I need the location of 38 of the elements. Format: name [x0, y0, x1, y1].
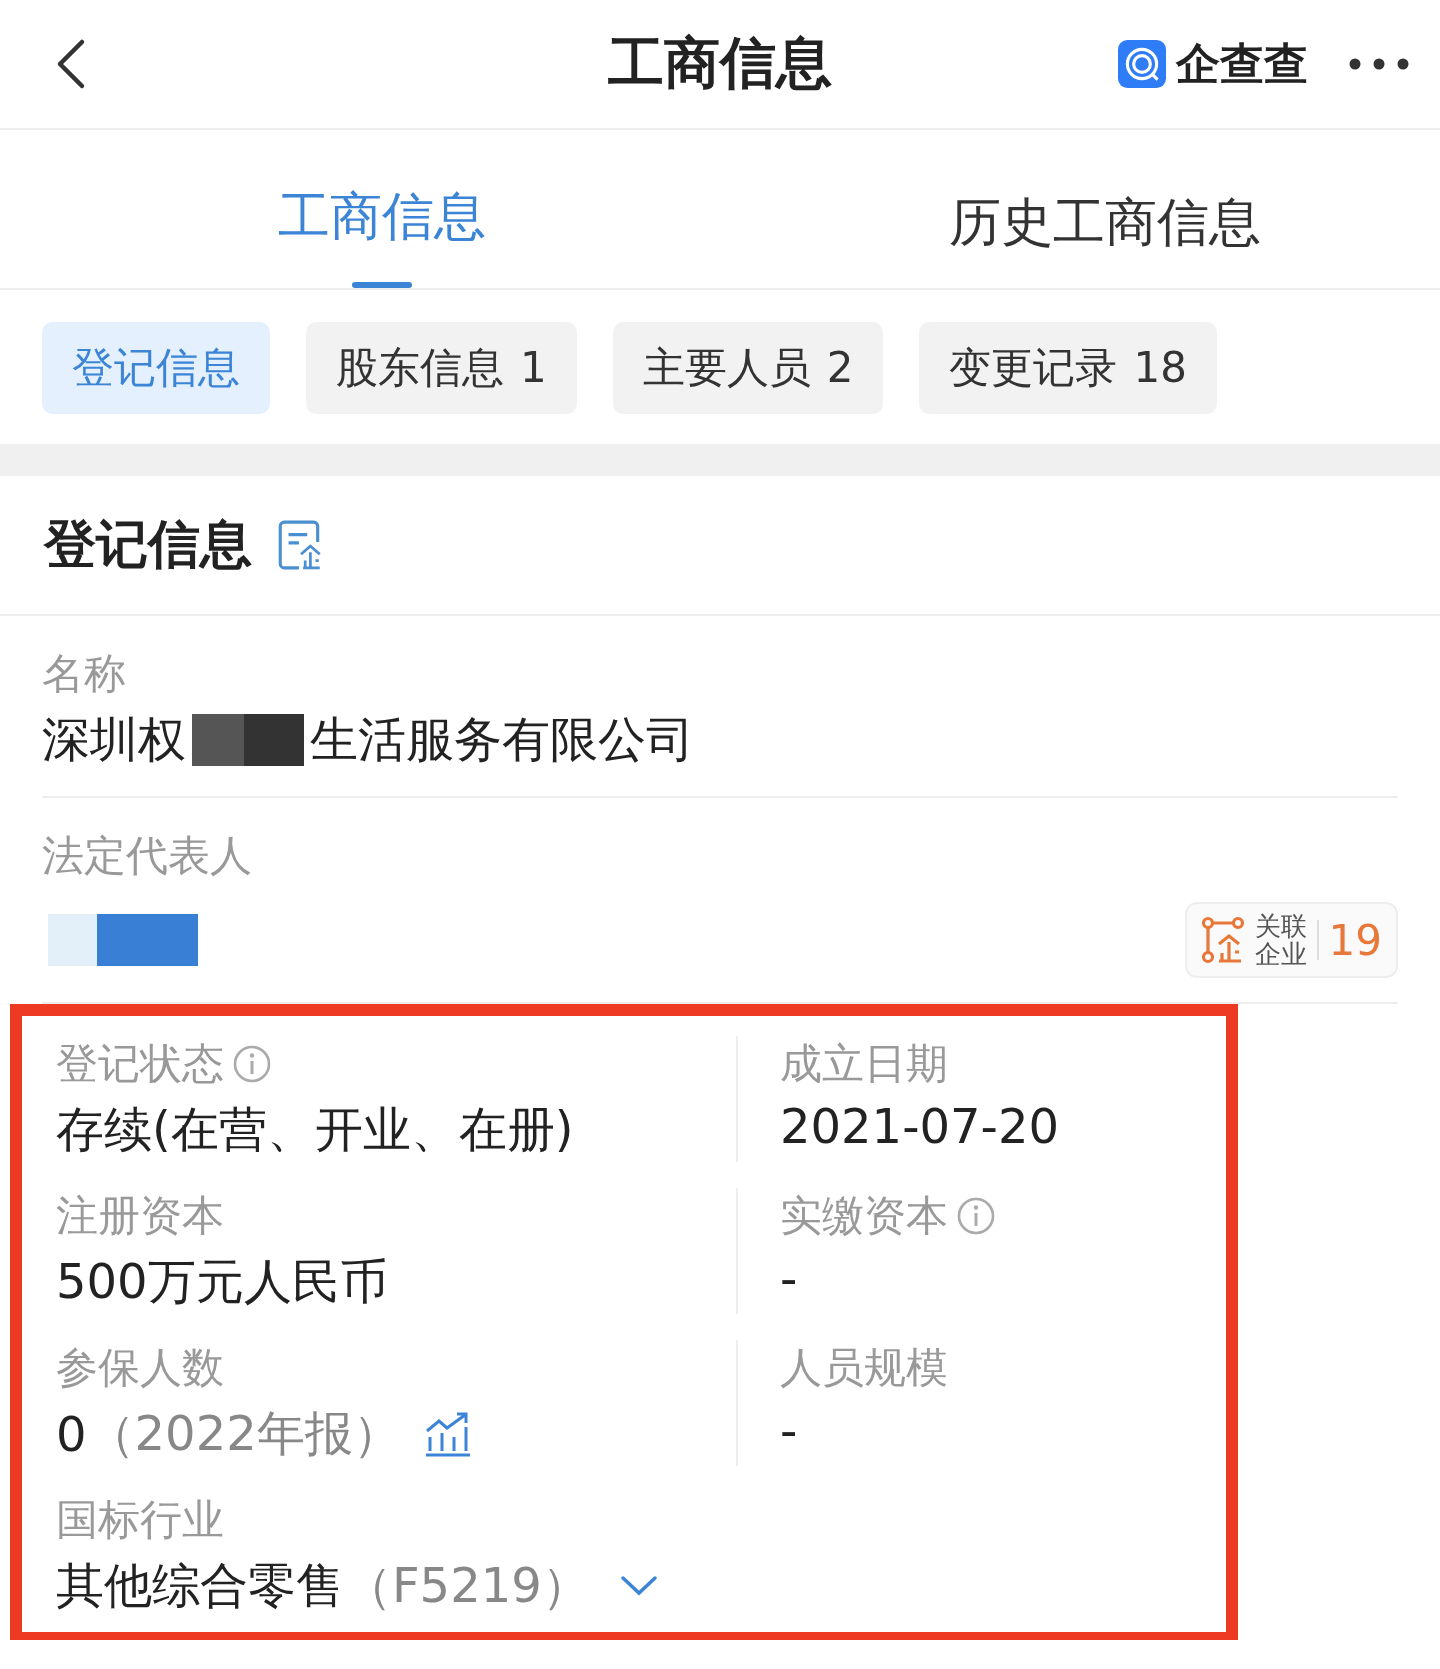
field-note: （2022年报） — [86, 1404, 401, 1463]
field-label: 参保人数 — [56, 1342, 224, 1394]
field-value: 2021-07-20 — [780, 1098, 1059, 1154]
section-title: 登记信息 — [44, 513, 252, 576]
info-icon[interactable] — [956, 1196, 996, 1236]
network-icon — [1200, 916, 1245, 964]
logo-icon — [1118, 40, 1166, 88]
field-label: 实缴资本 — [780, 1190, 948, 1242]
field-value: 存续(在营、开业、在册) — [56, 1100, 574, 1159]
field-label: 成立日期 — [780, 1038, 948, 1090]
field-value: 0 — [56, 1406, 87, 1462]
field-value: 其他综合零售 — [56, 1556, 344, 1615]
more-icon[interactable] — [1348, 57, 1410, 71]
field-label: 登记状态 — [56, 1038, 224, 1090]
field-value: - — [780, 1402, 798, 1458]
company-name-start: 深圳权 — [42, 710, 186, 769]
filter-chip[interactable]: 主要人员 2 — [612, 322, 884, 414]
chevron-down-icon[interactable] — [619, 1575, 658, 1597]
info-icon[interactable] — [232, 1044, 272, 1084]
tab-underline — [352, 282, 412, 288]
field-value: - — [780, 1250, 798, 1306]
field-value: 500万元人民币 — [56, 1252, 388, 1311]
tab[interactable]: 历史工商信息 — [949, 188, 1261, 258]
company-name-end: 生活服务有限公司 — [310, 710, 694, 769]
field-label: 注册资本 — [56, 1190, 224, 1242]
brand-name: 企查查 — [1176, 36, 1308, 91]
tab[interactable]: 工商信息 — [278, 182, 486, 252]
page-title: 工商信息 — [608, 29, 832, 97]
document-icon — [278, 519, 322, 571]
trend-chart-icon[interactable] — [424, 1411, 471, 1457]
field-note: （F5219） — [344, 1556, 590, 1615]
filter-chip[interactable]: 股东信息 1 — [306, 322, 577, 414]
filter-chip[interactable]: 变更记录 18 — [919, 322, 1217, 414]
field-label: 法定代表人 — [42, 830, 253, 882]
field-label: 国标行业 — [56, 1494, 224, 1546]
field-label: 人员规模 — [780, 1342, 948, 1394]
back-icon[interactable] — [56, 37, 86, 91]
field-label: 名称 — [42, 648, 127, 700]
